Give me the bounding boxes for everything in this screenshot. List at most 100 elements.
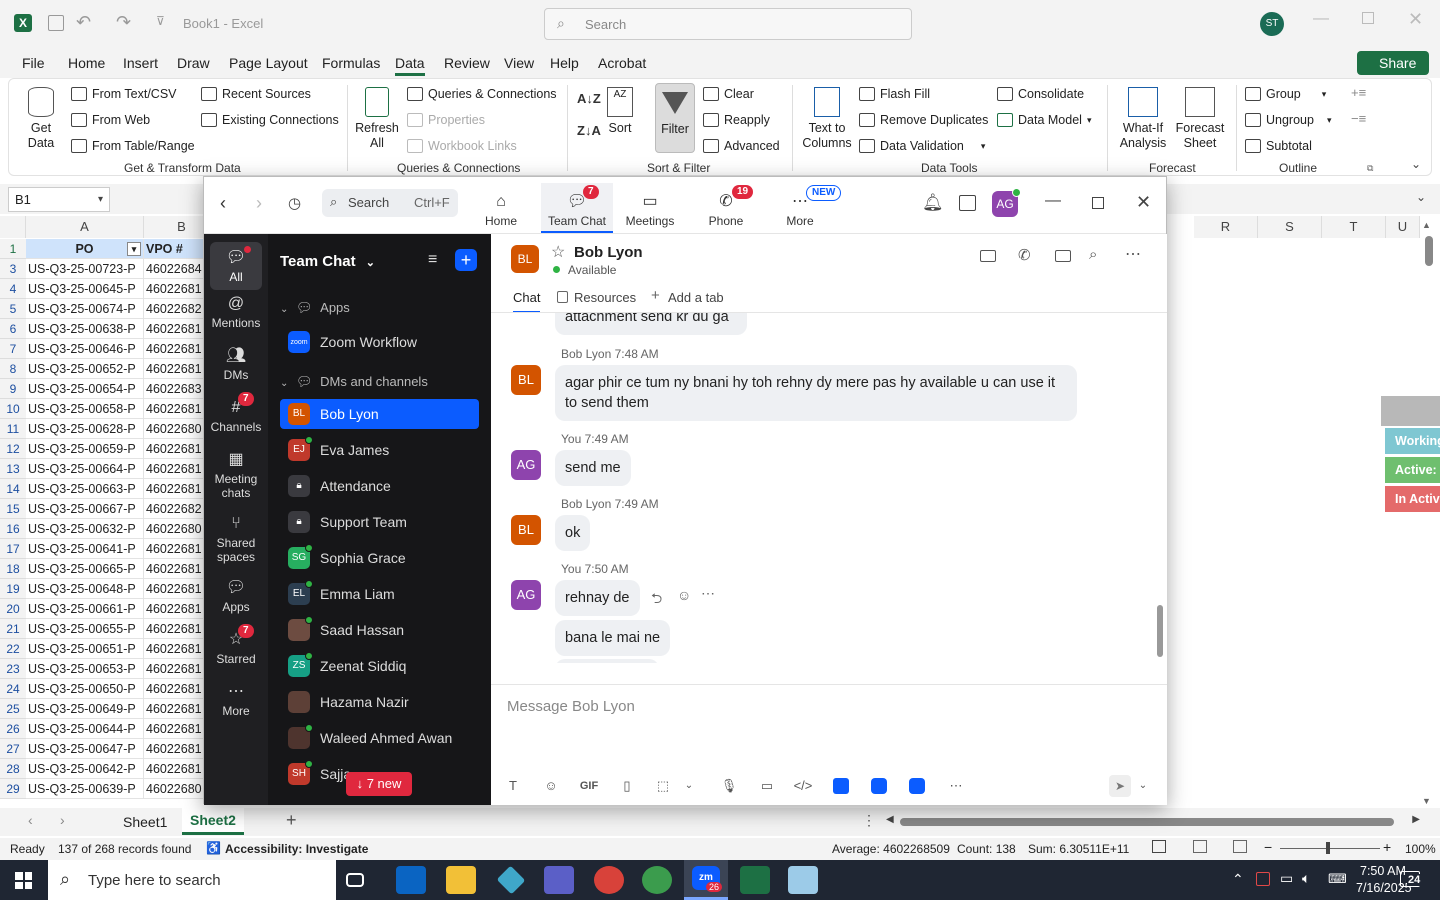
reapply-button[interactable]: Reapply xyxy=(703,113,770,127)
nav-team-chat[interactable]: 💬︎ Team Chat 7 xyxy=(541,183,613,233)
row-number[interactable]: 24 xyxy=(0,679,26,699)
queries-connections-button[interactable]: Queries & Connections xyxy=(407,87,557,101)
cell-po[interactable]: US-Q3-25-00649-P xyxy=(26,699,144,719)
sheet-tab-sheet1[interactable]: Sheet1 xyxy=(123,814,167,830)
normal-view-icon[interactable] xyxy=(1152,840,1166,853)
zoom-slider-thumb[interactable] xyxy=(1326,842,1330,854)
row-number[interactable]: 10 xyxy=(0,399,26,419)
next-sheet-icon[interactable]: › xyxy=(60,812,65,828)
column-header-r[interactable]: R xyxy=(1194,216,1258,238)
save-icon[interactable] xyxy=(48,15,64,31)
user-avatar[interactable]: ST xyxy=(1260,12,1284,36)
row-number[interactable]: 22 xyxy=(0,639,26,659)
tab-formulas[interactable]: Formulas xyxy=(322,55,380,71)
properties-button[interactable]: Properties xyxy=(407,113,485,127)
more-icon[interactable]: ⋯ xyxy=(946,776,966,796)
data-model-button[interactable]: Data Model ▾ xyxy=(997,113,1091,127)
cell-po[interactable]: US-Q3-25-00664-P xyxy=(26,459,144,479)
message-bubble[interactable]: bana le mai ne xyxy=(555,620,671,656)
new-chat-button[interactable]: + xyxy=(455,249,477,271)
video-call-icon[interactable] xyxy=(980,250,996,262)
chat-header-avatar[interactable]: BL xyxy=(511,245,539,273)
message-avatar[interactable]: AG xyxy=(511,450,541,480)
from-table-range-button[interactable]: From Table/Range xyxy=(71,139,195,153)
message-avatar[interactable]: BL xyxy=(511,365,541,395)
tab-draw[interactable]: Draw xyxy=(177,55,210,71)
maximize-icon[interactable] xyxy=(1362,12,1374,24)
row-number[interactable]: 19 xyxy=(0,579,26,599)
remove-duplicates-button[interactable]: Remove Duplicates xyxy=(859,113,988,127)
flash-fill-button[interactable]: Flash Fill xyxy=(859,87,930,101)
rail-starred[interactable]: ☆ Starred 7 xyxy=(204,624,268,666)
formula-expand-icon[interactable]: ⌄ xyxy=(1416,190,1426,204)
status-count[interactable]: Count: 138 xyxy=(957,842,1016,856)
row-number[interactable]: 12 xyxy=(0,439,26,459)
sort-za-icon[interactable]: Z↓A xyxy=(577,123,601,138)
row-number[interactable]: 25 xyxy=(0,699,26,719)
row-number[interactable]: 11 xyxy=(0,419,26,439)
qat-customize-icon[interactable]: ⊽ xyxy=(156,14,165,28)
nav-meetings[interactable]: ▭ Meetings xyxy=(614,183,686,233)
forecast-sheet-button[interactable]: Forecast Sheet xyxy=(1175,87,1225,151)
zoom-taskbar-button[interactable]: zm 26 xyxy=(684,860,728,900)
cell-po[interactable]: US-Q3-25-00648-P xyxy=(26,579,144,599)
close-icon[interactable]: ✕ xyxy=(1408,9,1423,30)
scroll-thumb[interactable] xyxy=(1425,236,1433,266)
row-number[interactable]: 7 xyxy=(0,339,26,359)
history-icon[interactable]: ◷ xyxy=(288,194,301,212)
tab-resources[interactable]: Resources xyxy=(574,290,636,305)
section-apps[interactable]: ⌄ 💬︎ Apps xyxy=(280,300,350,316)
emoji-icon[interactable]: ☺ xyxy=(541,776,561,796)
row-number[interactable]: 29 xyxy=(0,779,26,799)
status-accessibility[interactable]: Accessibility: Investigate xyxy=(225,842,368,856)
message-bubble[interactable]: agar phir ce tum ny bnani hy toh rehny d… xyxy=(555,365,1077,421)
tab-file[interactable]: File xyxy=(22,55,45,71)
column-header-u[interactable]: U xyxy=(1386,216,1420,238)
rail-apps[interactable]: 💬︎ Apps xyxy=(204,578,268,614)
advanced-filter-button[interactable]: Advanced xyxy=(703,139,780,153)
row-number[interactable]: 28 xyxy=(0,759,26,779)
nav-more[interactable]: ⋯ More NEW xyxy=(764,183,842,233)
send-button[interactable]: ➤ xyxy=(1109,775,1131,797)
column-header-t[interactable]: T xyxy=(1322,216,1386,238)
chat-list-item[interactable]: zoom Zoom Workflow xyxy=(280,327,479,357)
cell-po[interactable]: US-Q3-25-00658-P xyxy=(26,399,144,419)
reply-icon[interactable]: ⮌ xyxy=(651,588,662,612)
page-break-view-icon[interactable] xyxy=(1233,840,1247,853)
row-number[interactable]: 26 xyxy=(0,719,26,739)
hide-detail-icon[interactable]: −≡ xyxy=(1351,111,1366,126)
phone-call-icon[interactable]: ✆ xyxy=(1018,246,1031,264)
cell-po[interactable]: US-Q3-25-00723-P xyxy=(26,259,144,279)
chat-list-item[interactable]: EL Emma Liam xyxy=(280,579,479,609)
code-snippet-icon[interactable]: </> xyxy=(793,776,813,796)
more-icon[interactable]: ⋯ xyxy=(1125,244,1141,264)
zoom-close-icon[interactable]: ✕ xyxy=(1136,192,1151,213)
zoom-maximize-icon[interactable] xyxy=(1092,197,1104,209)
chat-list-item[interactable]: Waleed Ahmed Awan xyxy=(280,723,479,753)
notifications-bell-icon[interactable]: 🔔︎ xyxy=(922,193,944,213)
recent-sources-button[interactable]: Recent Sources xyxy=(201,87,311,101)
workbook-links-button[interactable]: Workbook Links xyxy=(407,139,517,153)
sheet-tab-sheet2[interactable]: Sheet2 xyxy=(182,808,244,835)
teams-icon[interactable] xyxy=(544,866,574,894)
group-button[interactable]: Group ▾ xyxy=(1245,87,1326,101)
row-number[interactable]: 18 xyxy=(0,559,26,579)
subtotal-button[interactable]: Subtotal xyxy=(1245,139,1312,153)
chevron-down-icon[interactable]: ⌄ xyxy=(1133,776,1153,796)
zoom-out-icon[interactable]: − xyxy=(1264,839,1272,855)
cell-po[interactable]: US-Q3-25-00674-P xyxy=(26,299,144,319)
vertical-scrollbar[interactable]: ▲ ▼ xyxy=(1422,220,1436,806)
page-layout-view-icon[interactable] xyxy=(1193,840,1207,853)
app-diamond-icon[interactable] xyxy=(496,865,526,895)
existing-connections-button[interactable]: Existing Connections xyxy=(201,113,339,127)
add-sheet-icon[interactable]: + xyxy=(286,810,297,831)
chat-list-item[interactable]: EJ Eva James xyxy=(280,435,479,465)
horizontal-scrollbar[interactable]: ◀ ▶ xyxy=(886,814,1420,828)
cell-po[interactable]: US-Q3-25-00667-P xyxy=(26,499,144,519)
select-all-corner[interactable] xyxy=(0,216,26,238)
cell-po[interactable]: US-Q3-25-00654-P xyxy=(26,379,144,399)
message-avatar[interactable]: AG xyxy=(511,580,541,610)
scroll-left-icon[interactable]: ◀ xyxy=(886,814,894,825)
row-number[interactable]: 21 xyxy=(0,619,26,639)
chat-list-item[interactable]: SG Sophia Grace xyxy=(280,543,479,573)
